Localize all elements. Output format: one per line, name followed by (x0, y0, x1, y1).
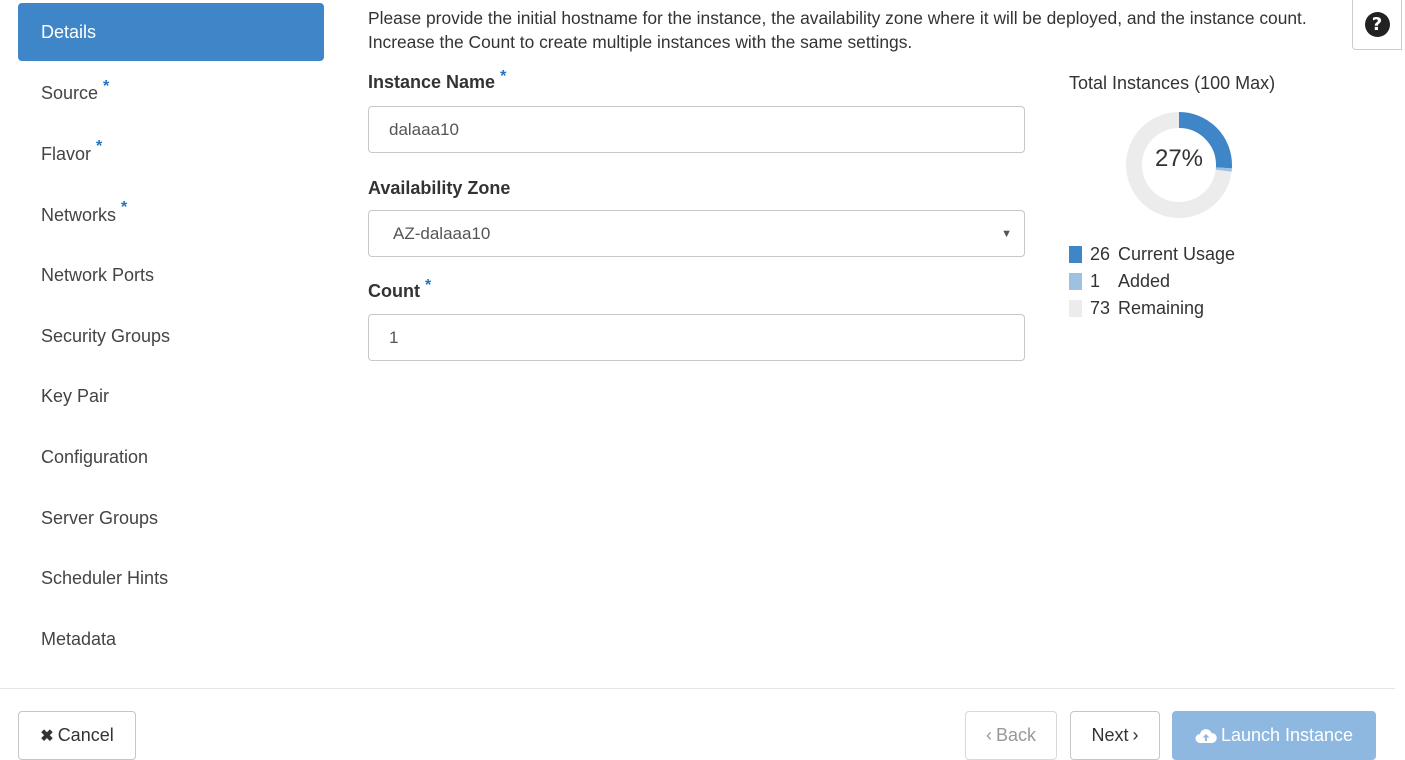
availability-zone-label: Availability Zone (368, 178, 511, 198)
cancel-button[interactable]: ✖ Cancel (18, 711, 136, 760)
question-icon: ? (1364, 12, 1390, 37)
cancel-button-label: Cancel (57, 725, 114, 745)
legend-value: 1 (1090, 271, 1101, 291)
launch-instance-button-label: Launch Instance (1220, 725, 1354, 745)
count-input[interactable]: 1 (368, 314, 1025, 361)
sidebar-item-label: Details (41, 21, 97, 42)
sidebar-item-label: Networks (41, 204, 117, 225)
legend-label: Added (1118, 271, 1171, 291)
legend-item: 73 Remaining (1069, 295, 1235, 322)
sidebar-item-label: Scheduler Hints (41, 568, 169, 589)
sidebar-item-label: Source (41, 83, 99, 104)
sidebar-item-source[interactable]: Source * (18, 64, 324, 125)
legend-swatch (1069, 300, 1082, 317)
back-button[interactable]: ‹ Back (965, 711, 1057, 760)
required-marker: * (500, 68, 507, 85)
cloud-upload-icon (1195, 728, 1217, 744)
sidebar-item-details[interactable]: Details (18, 3, 324, 61)
donut-center-label: 27% (1154, 145, 1204, 172)
availability-zone-value: AZ-dalaaa10 (393, 223, 491, 243)
sidebar-item-network-ports[interactable]: Network Ports (18, 245, 324, 306)
sidebar-item-label: Configuration (41, 446, 149, 467)
legend-item: 1 Added (1069, 268, 1235, 295)
legend-swatch (1069, 273, 1082, 290)
required-marker: * (424, 277, 432, 294)
sidebar-item-security-groups[interactable]: Security Groups (18, 306, 324, 367)
legend-label: Remaining (1118, 298, 1205, 318)
sidebar-item-server-groups[interactable]: Server Groups (18, 488, 324, 549)
legend-value: 73 (1090, 298, 1111, 318)
sidebar-item-label: Metadata (41, 628, 117, 649)
sidebar-item-networks[interactable]: Networks * (18, 185, 324, 246)
legend-value: 26 (1090, 244, 1111, 264)
legend-item: 26 Current Usage (1069, 241, 1235, 268)
legend-swatch (1069, 246, 1082, 263)
back-button-label: Back (995, 725, 1037, 745)
footer-divider (0, 688, 1395, 689)
next-button-label: Next (1091, 725, 1129, 745)
sidebar-item-key-pair[interactable]: Key Pair (18, 367, 324, 428)
launch-instance-button[interactable]: Launch Instance (1172, 711, 1376, 760)
caret-down-icon: ▼ (1001, 227, 1012, 240)
chevron-left-icon: ‹ (985, 725, 992, 745)
wizard-sidebar: Details Source * Flavor * Networks * Networ… (18, 3, 324, 670)
sidebar-item-label: Server Groups (41, 507, 159, 528)
required-marker: * (103, 77, 110, 95)
help-button[interactable]: ? (1352, 0, 1402, 50)
sidebar-item-flavor[interactable]: Flavor * (18, 124, 324, 185)
next-button[interactable]: Next › (1070, 711, 1160, 760)
legend-label: Current Usage (1118, 244, 1236, 264)
sidebar-item-metadata[interactable]: Metadata (18, 609, 324, 670)
instance-name-input[interactable]: dalaaa10 (368, 106, 1025, 153)
chevron-right-icon: › (1132, 725, 1139, 745)
instance-name-label: Instance Name * (368, 68, 507, 92)
instance-name-value: dalaaa10 (389, 119, 459, 139)
sidebar-item-configuration[interactable]: Configuration (18, 427, 324, 488)
sidebar-item-scheduler-hints[interactable]: Scheduler Hints (18, 548, 324, 609)
count-value: 1 (389, 327, 399, 347)
required-marker: * (96, 138, 103, 156)
close-icon: ✖ (40, 727, 54, 745)
chart-legend: 26 Current Usage 1 Added 73 Remaining (1069, 241, 1235, 322)
sidebar-item-label: Network Ports (41, 265, 155, 286)
required-marker: * (121, 199, 128, 217)
count-label: Count * (368, 277, 432, 301)
chart-title: Total Instances (100 Max) (1069, 73, 1276, 93)
sidebar-item-label: Flavor (41, 143, 92, 164)
intro-text: Please provide the initial hostname for … (368, 8, 1307, 52)
sidebar-item-label: Security Groups (41, 325, 171, 346)
sidebar-item-label: Key Pair (41, 386, 110, 407)
availability-zone-select[interactable]: AZ-dalaaa10 ▼ (368, 210, 1025, 257)
